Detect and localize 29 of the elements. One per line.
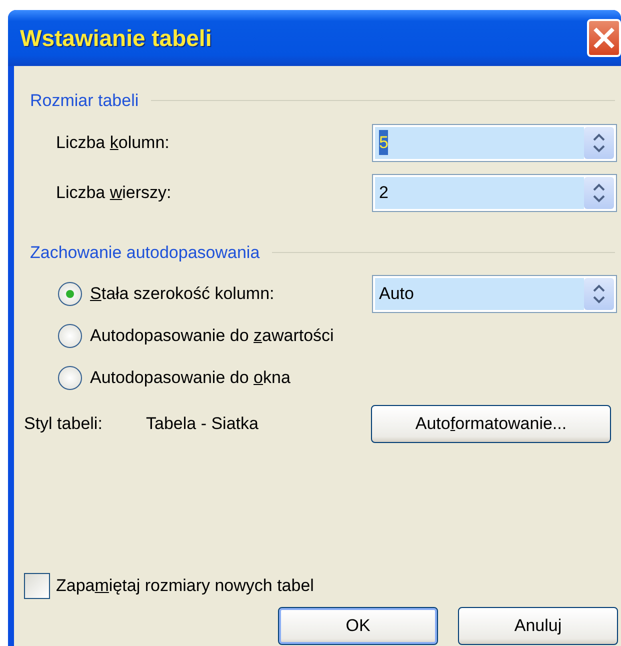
style-label: Styl tabeli: — [24, 413, 104, 436]
up-down-arrows-icon — [592, 283, 606, 305]
autoformat-button[interactable]: Autoformatowanie... — [371, 405, 611, 443]
spin-buttons[interactable] — [584, 176, 614, 208]
window-title: Wstawianie tabeli — [20, 24, 212, 53]
option-label[interactable]: Autodopasowanie do zawartości — [90, 323, 372, 349]
style-value: Tabela - Siatka — [146, 413, 260, 436]
radio-button[interactable] — [58, 366, 82, 390]
option-label[interactable]: Autodopasowanie do okna — [90, 365, 372, 391]
close-button[interactable] — [587, 19, 621, 57]
checkbox-label[interactable]: Zapamiętaj rozmiary nowych tabel — [56, 573, 314, 599]
section-heading: Rozmiar tabeli — [30, 90, 139, 112]
ok-button[interactable]: OK — [278, 607, 438, 645]
option-label[interactable]: Stała szerokość kolumn: — [90, 281, 372, 307]
spin-field[interactable]: 2 — [372, 174, 617, 212]
close-icon — [592, 26, 616, 50]
checkbox[interactable] — [24, 573, 50, 599]
field-label: Liczba kolumn: — [56, 132, 170, 154]
cancel-button[interactable]: Anuluj — [458, 607, 618, 645]
radio-button[interactable] — [58, 282, 82, 306]
spin-buttons[interactable] — [584, 126, 614, 158]
spin-field[interactable]: Auto — [372, 275, 617, 313]
field-label: Liczba wierszy: — [56, 182, 172, 204]
radio-button[interactable] — [58, 324, 82, 348]
spin-buttons[interactable] — [584, 278, 614, 310]
spin-field[interactable]: 5 — [372, 124, 617, 162]
section-heading: Zachowanie autodopasowania — [30, 242, 260, 264]
up-down-arrows-icon — [592, 132, 606, 154]
up-down-arrows-icon — [592, 182, 606, 204]
